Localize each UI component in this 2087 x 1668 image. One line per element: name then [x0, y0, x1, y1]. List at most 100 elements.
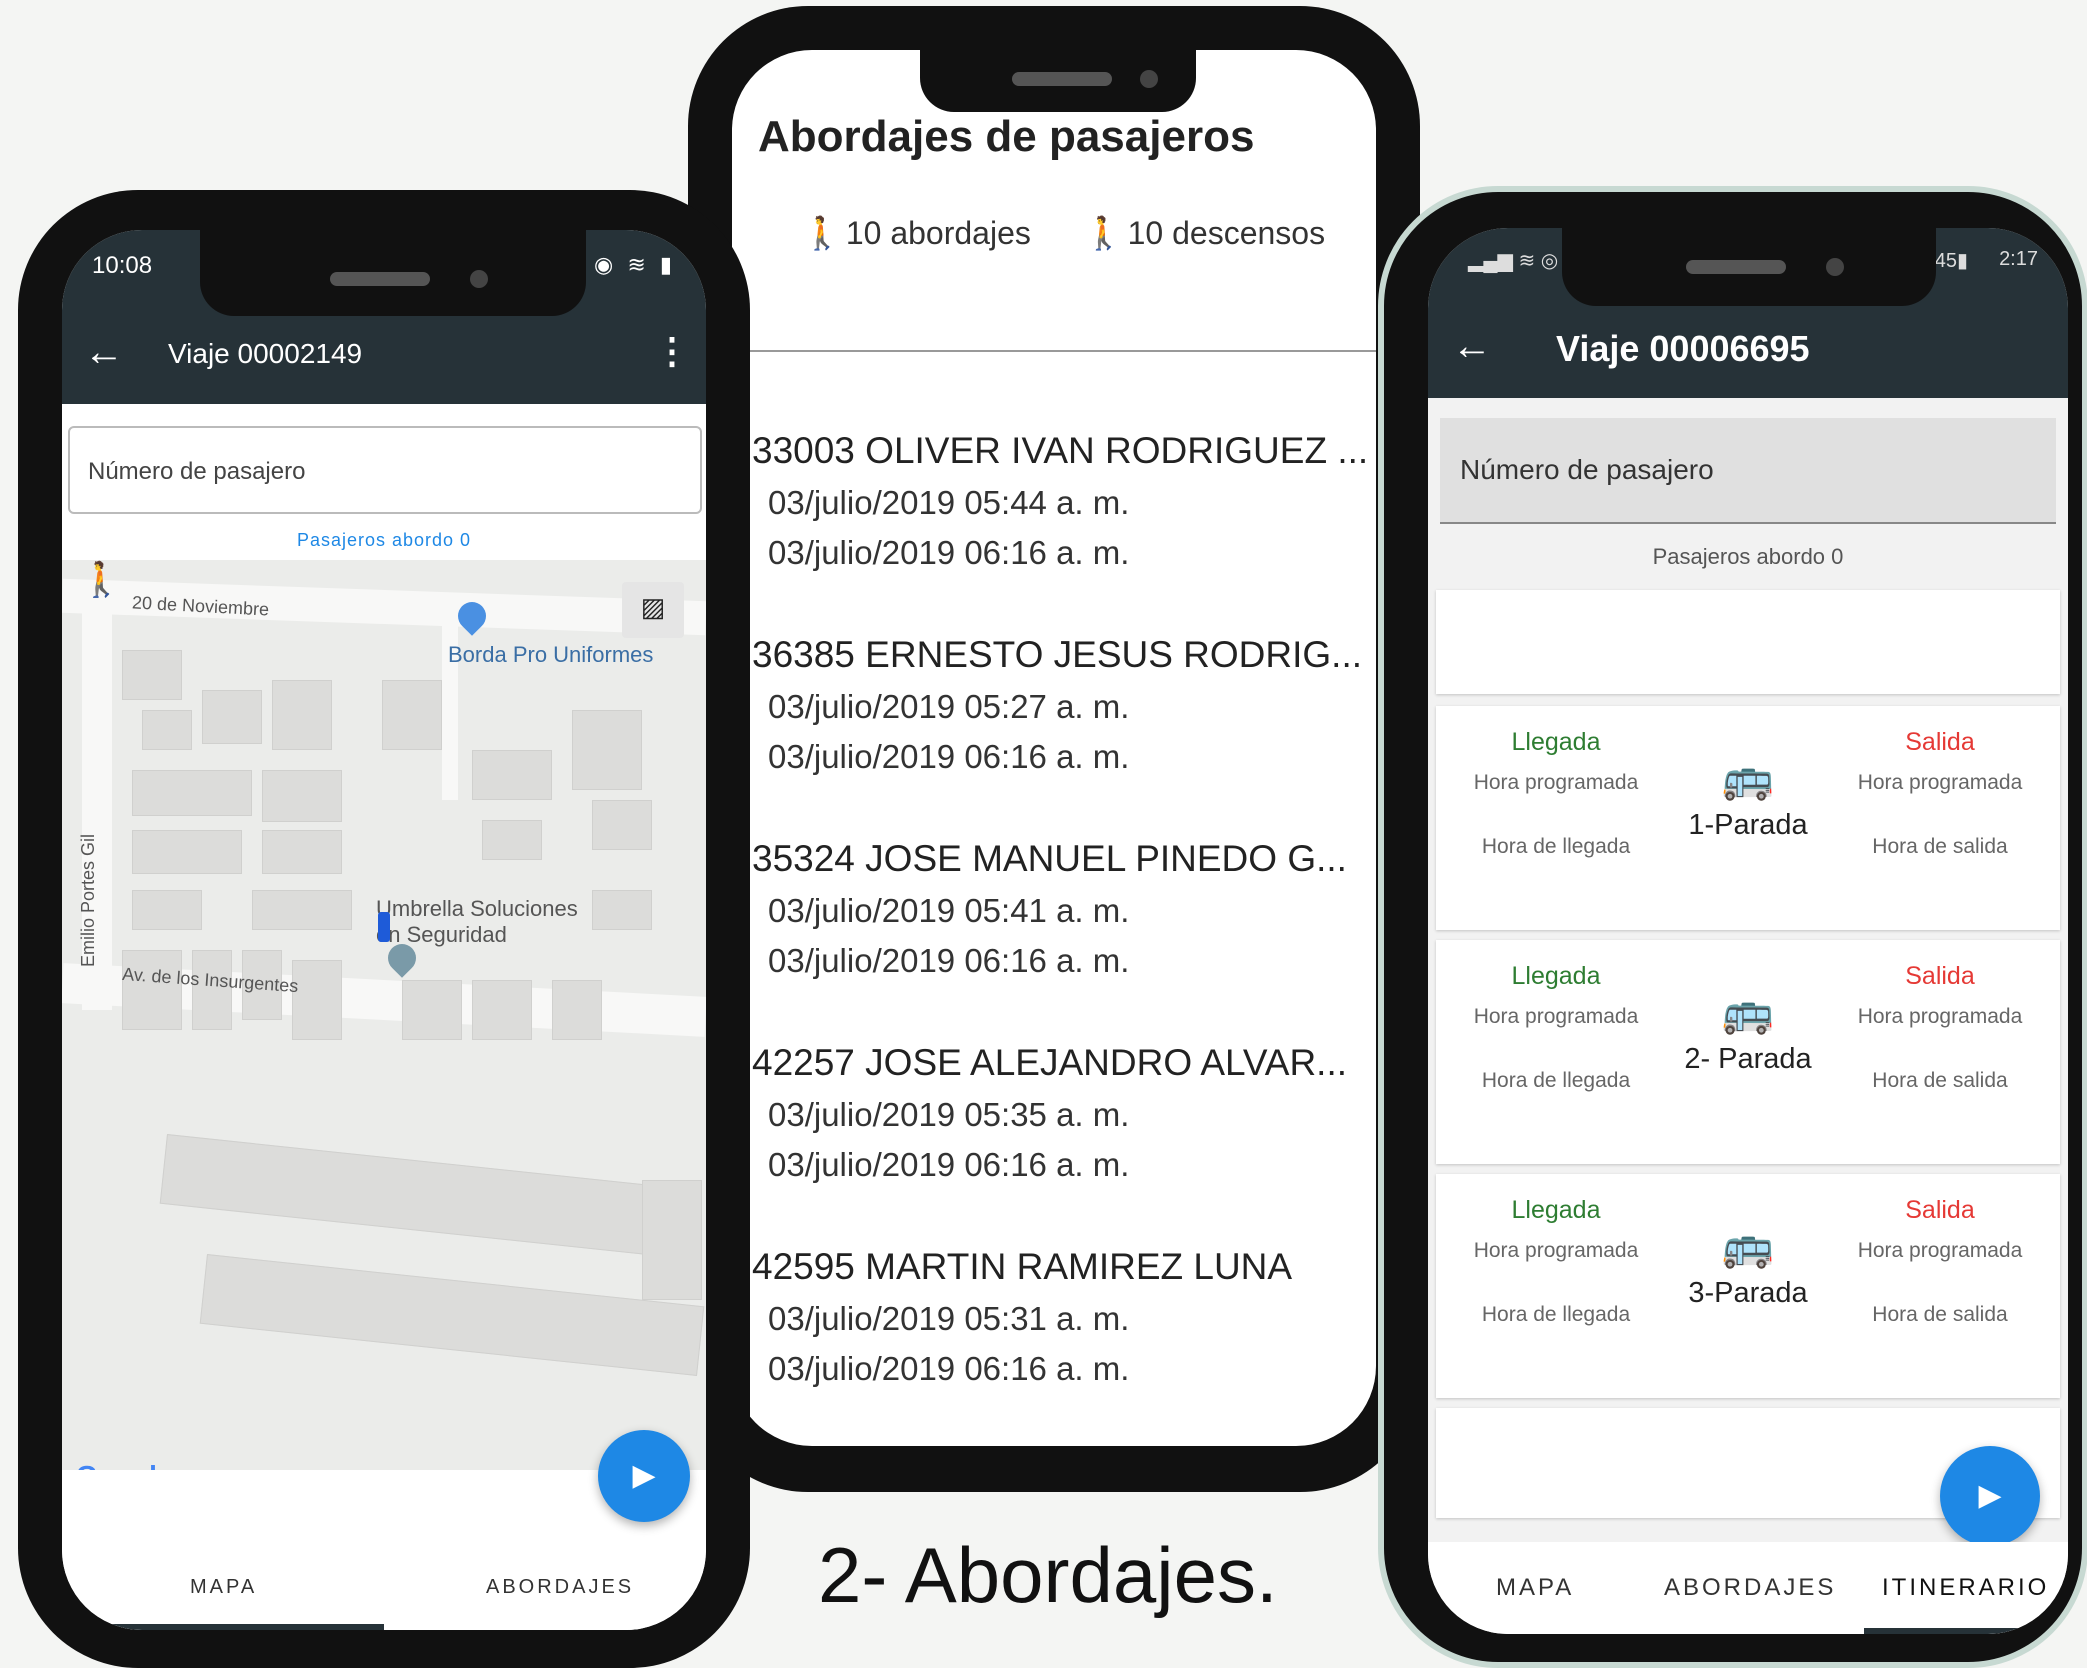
building	[122, 650, 182, 700]
building	[132, 830, 242, 874]
building	[292, 960, 342, 1040]
building	[159, 1134, 665, 1256]
alighting-time: 03/julio/2019 06:16 a. m.	[768, 738, 1130, 775]
scheduled-label: Hora programada	[1473, 1005, 1639, 1028]
building	[199, 1254, 705, 1376]
back-arrow-icon[interactable]: ←	[1452, 324, 1492, 369]
list-item[interactable]: 42595 MARTIN RAMIREZ LUNA 03/julio/2019 …	[752, 1246, 1372, 1446]
page-title: Abordajes de pasajeros	[758, 112, 1255, 161]
building	[482, 820, 542, 860]
passenger-name: 33003 OLIVER IVAN RODRIGUEZ ...	[752, 430, 1369, 471]
phone-notch	[920, 36, 1196, 112]
list-item[interactable]: 36385 ERNESTO JESUS RODRIG... 03/julio/2…	[752, 634, 1372, 838]
tab-mapa[interactable]: MAPA	[190, 1576, 257, 1599]
building	[272, 680, 332, 750]
bottom-tabs: MAPA ABORDAJES	[62, 1540, 706, 1630]
passenger-number-input[interactable]: Número de pasajero	[1440, 418, 2056, 524]
play-fab-button[interactable]: ▶	[598, 1430, 690, 1522]
building	[472, 980, 532, 1040]
signal-icons: ▂▄▆ ≋ ◎	[1468, 250, 1559, 272]
map-view[interactable]: 🚶 ▨ 20 de Noviembre Emilio Portes Gil Av…	[62, 560, 706, 1470]
image-layer-icon[interactable]: ▨	[622, 582, 684, 638]
departure-time-label: Hora de salida	[1872, 835, 2008, 858]
street-label: Emilio Portes Gil	[78, 833, 99, 968]
tab-mapa[interactable]: MAPA	[1496, 1574, 1574, 1602]
scheduled-label: Hora programada	[1857, 1239, 2023, 1262]
speaker	[1686, 260, 1786, 274]
play-fab-button[interactable]: ▶	[1940, 1446, 2040, 1546]
boarding-time: 03/julio/2019 05:35 a. m.	[768, 1096, 1130, 1133]
building	[252, 890, 352, 930]
arrival-label: Llegada	[1511, 1196, 1601, 1224]
boarding-time: 03/julio/2019 05:41 a. m.	[768, 892, 1130, 929]
passenger-name: 42257 JOSE ALEJANDRO ALVAR...	[752, 1042, 1348, 1083]
camera	[1140, 70, 1158, 88]
scheduled-label: Hora programada	[1857, 771, 2023, 794]
camera	[470, 270, 488, 288]
more-vert-icon[interactable]: ⋮	[654, 330, 690, 372]
building	[262, 830, 342, 874]
departure-label: Salida	[1905, 728, 1975, 756]
passenger-number-input[interactable]: Número de pasajero	[68, 426, 702, 514]
stop-name: 2- Parada	[1684, 1043, 1812, 1075]
phone-map: 10:08 ◉ ≋ ▮ ← Viaje 00002149 ⋮ Número de…	[18, 190, 750, 1668]
alighting-time: 03/julio/2019 06:16 a. m.	[768, 1146, 1130, 1183]
tab-abordajes[interactable]: ABORDAJES	[1664, 1574, 1836, 1602]
building	[132, 890, 202, 930]
phone-boardings: Abordajes de pasajeros 🚶 10 abordajes 🚶 10…	[688, 6, 1420, 1492]
alightings-count: 🚶 10 descensos	[1083, 215, 1326, 251]
walk-icon: 🚶	[1083, 215, 1124, 251]
list-item[interactable]: 42257 JOSE ALEJANDRO ALVAR... 03/julio/2…	[752, 1042, 1372, 1246]
bottom-tabs: MAPA ABORDAJES ITINERARIO	[1428, 1542, 2068, 1634]
building	[262, 770, 342, 822]
bus-marker-icon[interactable]	[378, 912, 390, 942]
back-arrow-icon[interactable]: ←	[84, 330, 124, 375]
camera	[1826, 258, 1844, 276]
itinerary-screen: ▂▄▆ ≋ ◎ 45▮ 2:17 ← Viaje 00006695 Número…	[1428, 228, 2068, 1634]
phone-itinerary: ▂▄▆ ≋ ◎ 45▮ 2:17 ← Viaje 00006695 Número…	[1378, 186, 2087, 1668]
stop-center: 🚌 2- Parada	[1656, 988, 1840, 1076]
poi-label[interactable]: Borda Pro Uniformes	[448, 642, 653, 668]
building	[592, 800, 652, 850]
departure-time-label: Hora de salida	[1872, 1069, 2008, 1092]
poi-label[interactable]: Umbrella Soluciones	[376, 896, 578, 922]
tab-itinerario[interactable]: ITINERARIO	[1882, 1574, 2049, 1602]
boarding-time: 03/julio/2019 05:44 a. m.	[768, 484, 1130, 521]
building	[382, 680, 442, 750]
stop-center: 🚌 1-Parada	[1656, 754, 1840, 842]
arrival-column: Llegada Hora programada Hora de llegada	[1456, 728, 1656, 859]
bus-clock-icon: 🚌	[1721, 1222, 1775, 1269]
passenger-name: 36385 ERNESTO JESUS RODRIG...	[752, 634, 1363, 675]
tab-indicator	[1864, 1628, 2068, 1634]
departure-label: Salida	[1905, 962, 1975, 990]
tab-abordajes[interactable]: ABORDAJES	[486, 1576, 634, 1599]
building	[592, 890, 652, 930]
trip-title: Viaje 00002149	[168, 338, 363, 369]
departure-column: Salida Hora programada Hora de salida	[1840, 962, 2040, 1093]
phone-notch	[1562, 222, 1936, 306]
list-item[interactable]: 33003 OLIVER IVAN RODRIGUEZ ... 03/julio…	[752, 430, 1372, 634]
building	[122, 950, 182, 1030]
alighting-time: 03/julio/2019 06:16 a. m.	[768, 942, 1130, 979]
building	[142, 710, 192, 750]
stop-card[interactable]: Llegada Hora programada Hora de llegada …	[1436, 1174, 2060, 1398]
alighting-time: 03/julio/2019 06:16 a. m.	[768, 534, 1130, 571]
arrival-column: Llegada Hora programada Hora de llegada	[1456, 962, 1656, 1093]
stop-card[interactable]: Llegada Hora programada Hora de llegada …	[1436, 940, 2060, 1164]
arrival-time-label: Hora de llegada	[1481, 1303, 1631, 1326]
map-screen: 10:08 ◉ ≋ ▮ ← Viaje 00002149 ⋮ Número de…	[62, 230, 706, 1630]
bus-clock-icon: 🚌	[1721, 988, 1775, 1035]
trip-title: Viaje 00006695	[1556, 328, 1810, 369]
boardings-count: 🚶 10 abordajes	[802, 215, 1031, 251]
stop-card[interactable]: Llegada Hora programada Hora de llegada …	[1436, 706, 2060, 930]
app-bar: ← Viaje 00006695	[1428, 298, 2068, 398]
walk-icon: 🚶	[80, 561, 123, 599]
bus-clock-icon: 🚌	[1721, 754, 1775, 801]
building	[642, 1180, 702, 1300]
departure-time-label: Hora de salida	[1872, 1303, 2008, 1326]
building	[202, 690, 262, 744]
building	[132, 770, 252, 816]
list-item[interactable]: 35324 JOSE MANUEL PINEDO G... 03/julio/2…	[752, 838, 1372, 1042]
scheduled-label: Hora programada	[1473, 771, 1639, 794]
building	[402, 980, 462, 1040]
